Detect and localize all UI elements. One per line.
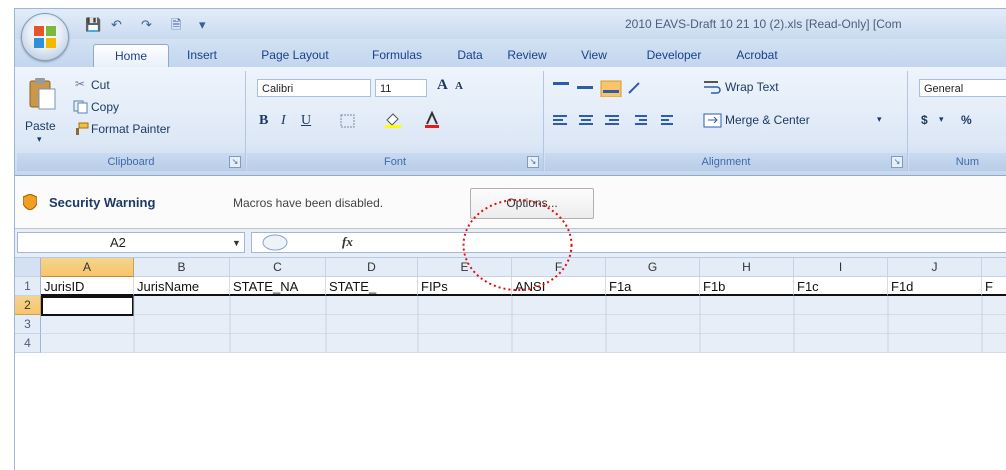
tab-home[interactable]: Home bbox=[93, 44, 169, 67]
function-wizard-oval-icon bbox=[262, 234, 288, 251]
office-logo-icon bbox=[34, 26, 56, 48]
cell-a1[interactable]: JurisID bbox=[41, 277, 134, 296]
cell-i1[interactable]: F1c bbox=[794, 277, 888, 296]
font-launcher-icon[interactable]: ↘ bbox=[527, 156, 539, 168]
currency-button[interactable]: $ bbox=[921, 113, 928, 127]
currency-dropdown-icon[interactable]: ▾ bbox=[939, 114, 944, 125]
wrap-text-button[interactable]: Wrap Text bbox=[725, 80, 779, 94]
cell-j1[interactable]: F1d bbox=[888, 277, 982, 296]
redo-icon[interactable]: ↷ bbox=[141, 16, 152, 34]
cut-button[interactable]: Cut bbox=[91, 78, 110, 92]
cut-icon: ✂ bbox=[75, 77, 86, 91]
save-icon[interactable]: 💾 bbox=[85, 16, 101, 34]
clipboard-launcher-icon[interactable]: ↘ bbox=[229, 156, 241, 168]
paste-button[interactable]: Paste bbox=[25, 119, 56, 133]
italic-button[interactable]: I bbox=[281, 113, 286, 129]
tab-acrobat[interactable]: Acrobat bbox=[727, 44, 787, 66]
tab-data[interactable]: Data bbox=[448, 44, 492, 66]
select-all-corner[interactable] bbox=[15, 258, 41, 277]
clipboard-group-label: Clipboard bbox=[17, 153, 245, 171]
copy-icon bbox=[73, 100, 88, 114]
alignment-group-label: Alignment bbox=[545, 153, 907, 171]
shield-icon bbox=[23, 194, 37, 210]
paste-dropdown-icon[interactable]: ▾ bbox=[37, 134, 42, 145]
font-size-select[interactable]: 11 bbox=[375, 79, 427, 97]
percent-button[interactable]: % bbox=[961, 113, 972, 127]
copy-button[interactable]: Copy bbox=[91, 100, 119, 114]
tab-formulas[interactable]: Formulas bbox=[359, 44, 435, 66]
column-header-j[interactable]: J bbox=[888, 258, 982, 277]
font-name-select[interactable]: Calibri bbox=[257, 79, 371, 97]
fill-color-icon[interactable] bbox=[383, 111, 403, 129]
cell-c1[interactable]: STATE_NA bbox=[230, 277, 326, 296]
cell-b1[interactable]: JurisName bbox=[134, 277, 230, 296]
name-box-dropdown-icon[interactable]: ▼ bbox=[232, 233, 241, 253]
underline-button[interactable]: U bbox=[301, 113, 311, 129]
column-header-d[interactable]: D bbox=[326, 258, 418, 277]
screenshot: 💾 ↶ ↷ 🗎 ▾ 2010 EAVS-Draft 10 21 10 (2).x… bbox=[0, 0, 1006, 470]
name-box[interactable]: A2 ▼ bbox=[17, 232, 245, 253]
horizontal-align-icons[interactable] bbox=[551, 113, 691, 129]
cell-k1[interactable]: F bbox=[982, 277, 1006, 296]
annotation-circle bbox=[462, 199, 573, 291]
paste-icon[interactable] bbox=[27, 77, 57, 111]
column-header-a[interactable]: A bbox=[41, 258, 134, 277]
column-header-c[interactable]: C bbox=[230, 258, 326, 277]
cell-d1[interactable]: STATE_ bbox=[326, 277, 418, 296]
tab-insert[interactable]: Insert bbox=[175, 44, 229, 66]
office-button[interactable] bbox=[21, 13, 69, 61]
cell-g1[interactable]: F1a bbox=[606, 277, 700, 296]
grow-font-button[interactable]: A bbox=[437, 77, 448, 94]
row-header-1[interactable]: 1 bbox=[15, 277, 41, 296]
merge-center-button[interactable]: Merge & Center bbox=[725, 113, 810, 127]
format-painter-icon bbox=[76, 122, 89, 135]
tab-developer[interactable]: Developer bbox=[627, 44, 721, 66]
window-title: 2010 EAVS-Draft 10 21 10 (2).xls [Read-O… bbox=[625, 17, 902, 31]
ribbon-tabs: Home Insert Page Layout Formulas Data Re… bbox=[15, 39, 1006, 68]
column-header-i[interactable]: I bbox=[794, 258, 888, 277]
name-box-value: A2 bbox=[110, 235, 126, 250]
cell-h1[interactable]: F1b bbox=[700, 277, 794, 296]
security-warning-message: Macros have been disabled. bbox=[233, 196, 384, 210]
alignment-launcher-icon[interactable]: ↘ bbox=[891, 156, 903, 168]
number-group: General $ ▾ % Num bbox=[909, 71, 1006, 171]
column-header-g[interactable]: G bbox=[606, 258, 700, 277]
tab-review[interactable]: Review bbox=[497, 44, 557, 66]
column-header-k[interactable] bbox=[982, 258, 1006, 277]
merge-center-icon bbox=[703, 113, 722, 128]
gridlines bbox=[133, 296, 983, 353]
security-warning-title: Security Warning bbox=[49, 195, 156, 210]
insert-function-icon[interactable]: fx bbox=[342, 234, 353, 250]
font-color-icon[interactable] bbox=[423, 111, 441, 129]
print-preview-icon[interactable]: 🗎 bbox=[171, 16, 181, 34]
customize-icon[interactable]: ▾ bbox=[199, 16, 206, 34]
clipboard-group: Paste ▾ ✂ Cut Copy Format Painter Clipbo… bbox=[17, 71, 246, 171]
vertical-align-icons[interactable] bbox=[551, 79, 647, 97]
bold-button[interactable]: B bbox=[259, 113, 268, 129]
title-bar: 💾 ↶ ↷ 🗎 ▾ 2010 EAVS-Draft 10 21 10 (2).x… bbox=[15, 9, 1006, 39]
undo-icon[interactable]: ↶ bbox=[111, 16, 122, 34]
font-group: Calibri 11 A A B I U Font ↘ bbox=[247, 71, 544, 171]
column-header-b[interactable]: B bbox=[134, 258, 230, 277]
ribbon: Paste ▾ ✂ Cut Copy Format Painter Clipbo… bbox=[15, 67, 1006, 176]
number-group-label: Num bbox=[909, 153, 1006, 171]
formula-input[interactable]: fx bbox=[251, 232, 1006, 253]
alignment-group: Wrap Text Merge & Center ▾ Alignment ↘ bbox=[545, 71, 908, 171]
tab-page-layout[interactable]: Page Layout bbox=[247, 44, 343, 66]
merge-dropdown-icon[interactable]: ▾ bbox=[877, 114, 882, 125]
shrink-font-button[interactable]: A bbox=[455, 80, 463, 92]
number-format-select[interactable]: General bbox=[919, 79, 1006, 97]
column-header-h[interactable]: H bbox=[700, 258, 794, 277]
format-painter-button[interactable]: Format Painter bbox=[91, 122, 170, 136]
borders-icon[interactable] bbox=[339, 113, 357, 129]
wrap-text-icon bbox=[704, 81, 721, 94]
font-group-label: Font bbox=[247, 153, 543, 171]
tab-view[interactable]: View bbox=[570, 44, 618, 66]
